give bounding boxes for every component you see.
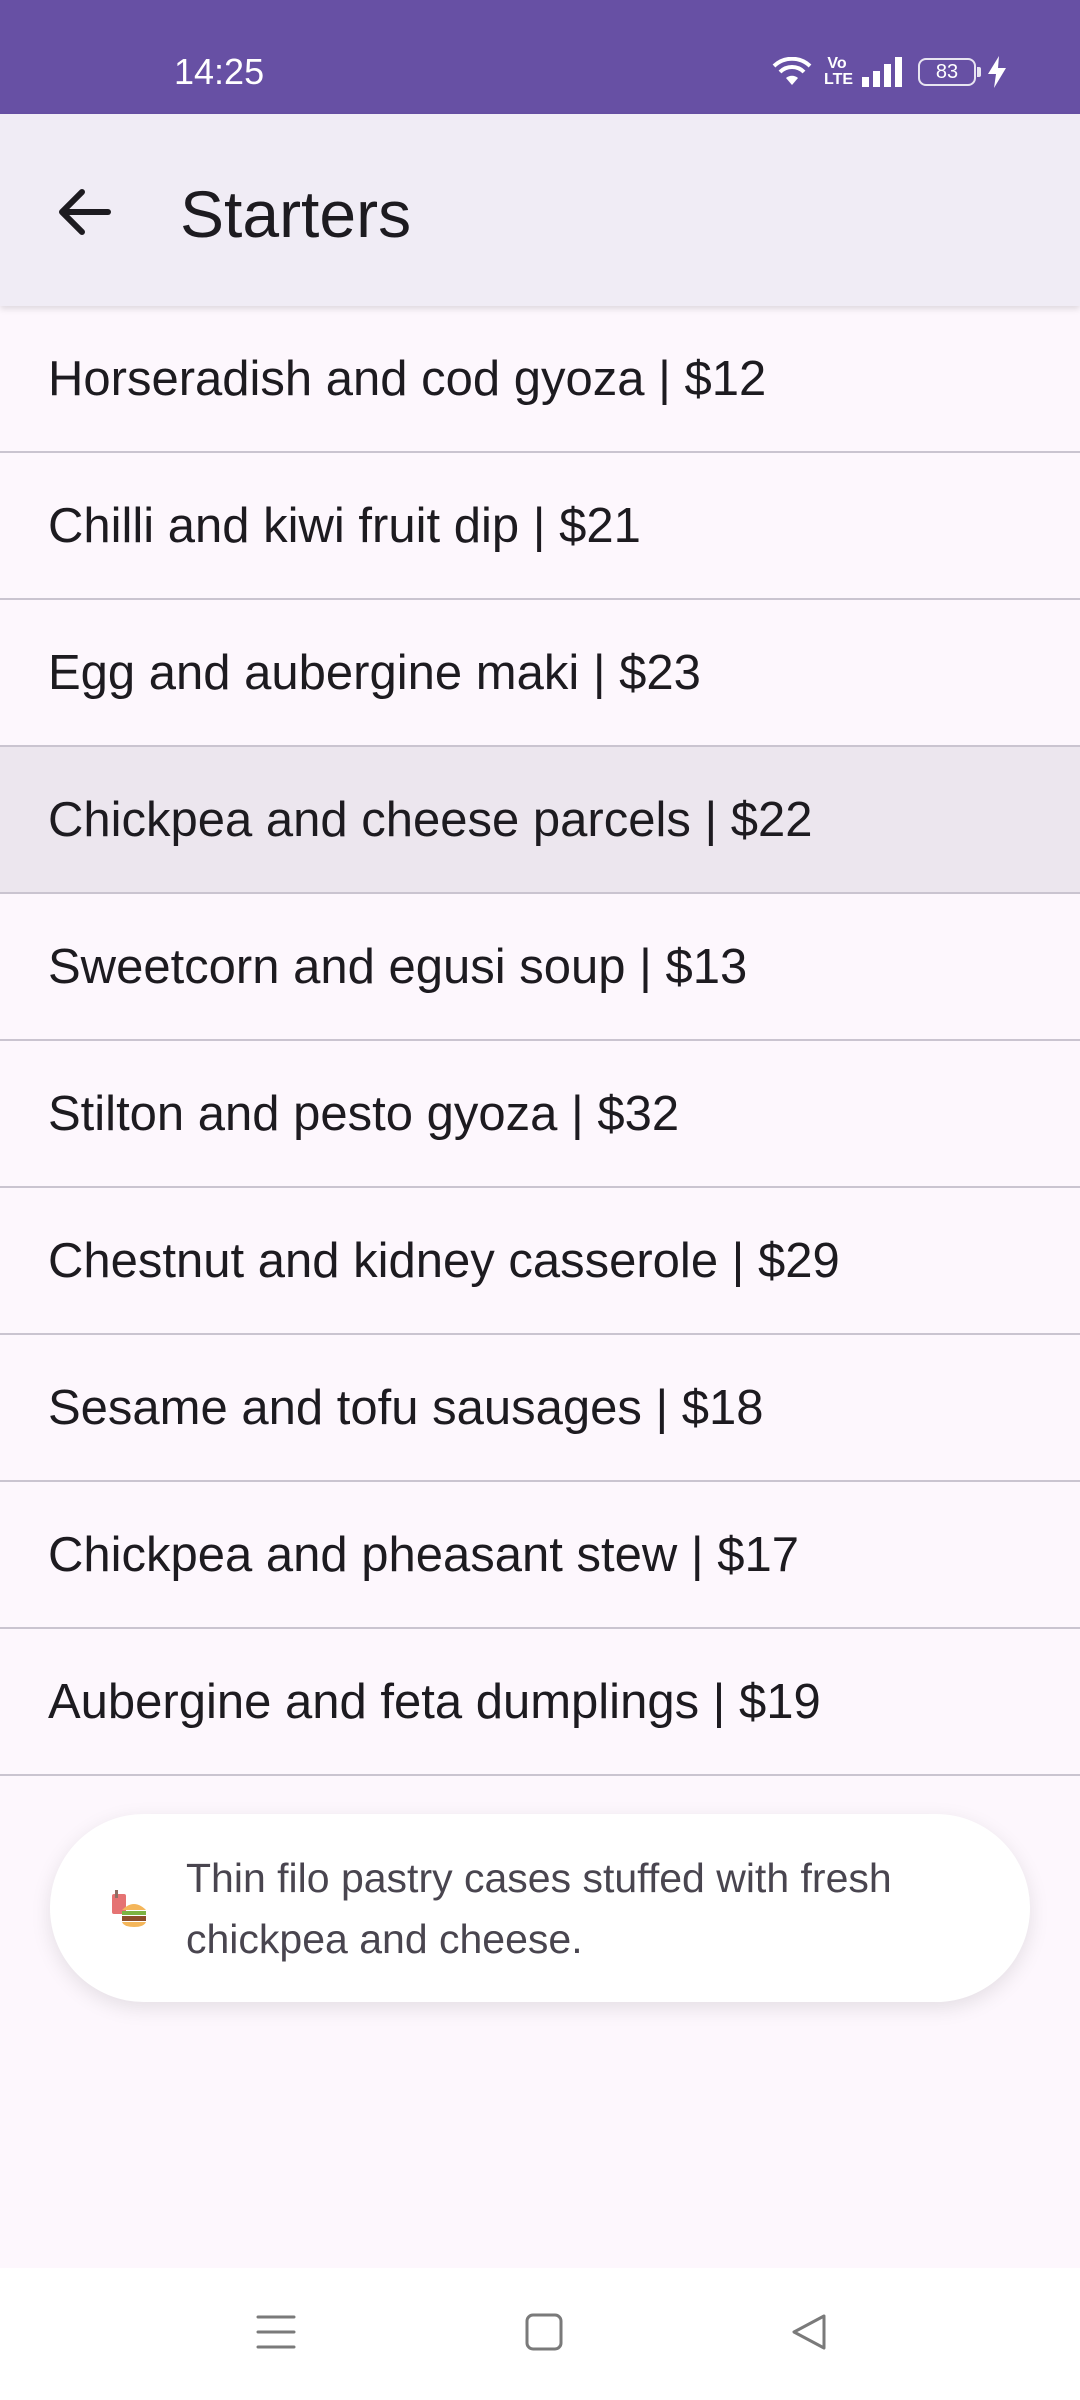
list-item[interactable]: Chilli and kiwi fruit dip | $21 bbox=[0, 453, 1080, 600]
home-button[interactable] bbox=[518, 2308, 570, 2360]
menu-icon bbox=[256, 2314, 296, 2355]
arrow-back-icon bbox=[56, 187, 112, 242]
recent-apps-button[interactable] bbox=[250, 2308, 302, 2360]
system-nav-bar bbox=[0, 2268, 1080, 2400]
charging-icon bbox=[988, 56, 1006, 88]
list-item[interactable]: Chickpea and pheasant stew | $17 bbox=[0, 1482, 1080, 1629]
top-app-bar: Starters bbox=[0, 114, 1080, 306]
list-item[interactable]: Chestnut and kidney casserole | $29 bbox=[0, 1188, 1080, 1335]
status-icons: Vo LTE 83 bbox=[772, 52, 1006, 92]
snackbar-text: Thin filo pastry cases stuffed with fres… bbox=[186, 1855, 892, 1962]
status-time: 14:25 bbox=[174, 51, 265, 92]
back-nav-button[interactable] bbox=[784, 2308, 836, 2360]
status-bar: 14:25 Vo LTE 83 bbox=[0, 0, 1080, 114]
menu-list: Horseradish and cod gyoza | $12 Chilli a… bbox=[0, 306, 1080, 1776]
signal-icon bbox=[862, 57, 906, 87]
list-item[interactable]: Sesame and tofu sausages | $18 bbox=[0, 1335, 1080, 1482]
page-title: Starters bbox=[180, 177, 412, 251]
back-triangle-icon bbox=[790, 2312, 830, 2357]
battery-icon: 83 bbox=[918, 58, 981, 86]
list-item[interactable]: Stilton and pesto gyoza | $32 bbox=[0, 1041, 1080, 1188]
food-icon bbox=[108, 1888, 148, 1928]
home-icon bbox=[524, 2312, 564, 2357]
description-snackbar: Thin filo pastry cases stuffed with fres… bbox=[50, 1814, 1030, 2002]
wifi-icon bbox=[772, 57, 812, 87]
list-item-selected[interactable]: Chickpea and cheese parcels | $22 bbox=[0, 747, 1080, 894]
back-button[interactable] bbox=[36, 166, 132, 262]
list-item[interactable]: Sweetcorn and egusi soup | $13 bbox=[0, 894, 1080, 1041]
list-item[interactable]: Aubergine and feta dumplings | $19 bbox=[0, 1629, 1080, 1776]
list-item[interactable]: Egg and aubergine maki | $23 bbox=[0, 600, 1080, 747]
volte-icon: Vo LTE bbox=[824, 55, 854, 88]
list-item[interactable]: Horseradish and cod gyoza | $12 bbox=[0, 306, 1080, 453]
